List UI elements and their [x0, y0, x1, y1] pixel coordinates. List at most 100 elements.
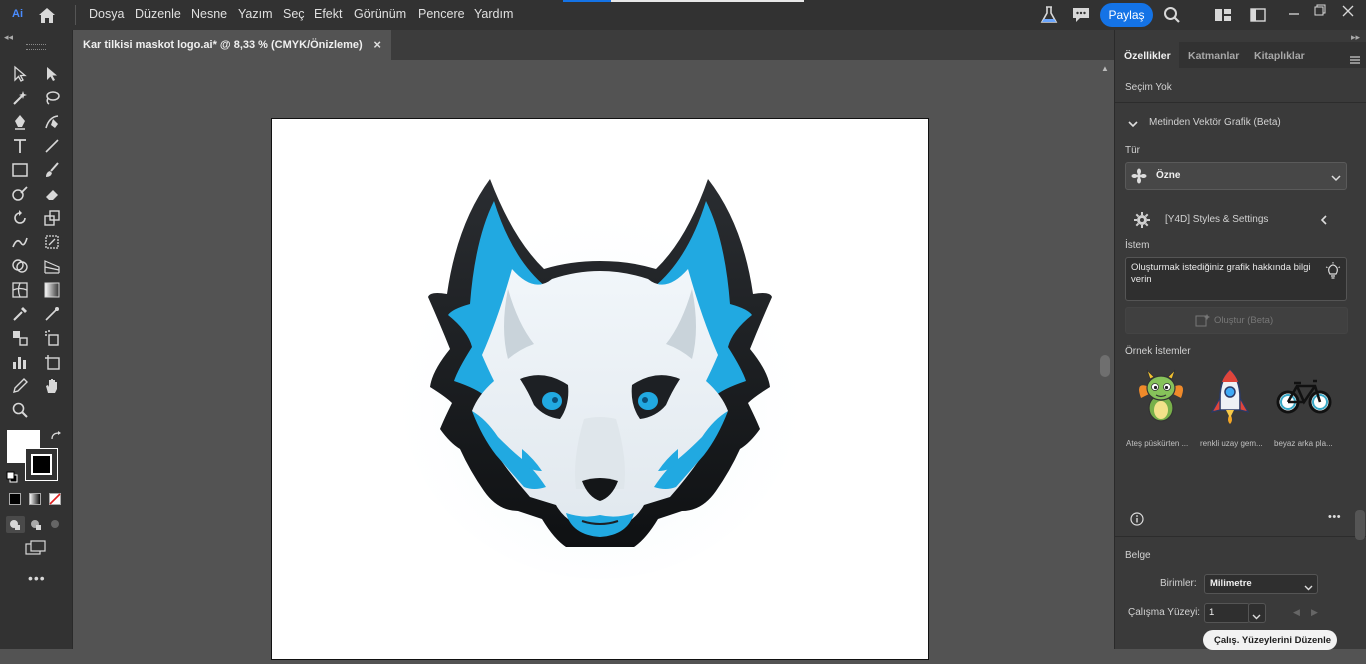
scroll-up-icon[interactable]: ▲: [1101, 64, 1109, 73]
default-fill-stroke-icon[interactable]: [6, 470, 18, 488]
more-tools-icon[interactable]: •••: [28, 570, 46, 586]
artboard-number-field[interactable]: 1: [1204, 603, 1250, 623]
lightbulb-icon[interactable]: [1325, 262, 1341, 285]
edit-artboards-button[interactable]: Çalış. Yüzeylerini Düzenle: [1203, 630, 1337, 650]
selection-tool-icon[interactable]: [8, 63, 32, 85]
scale-tool-icon[interactable]: [40, 207, 64, 229]
chevron-left-icon[interactable]: [1319, 213, 1329, 231]
menu-yazim[interactable]: Yazım: [238, 7, 273, 21]
rectangle-tool-icon[interactable]: [8, 159, 32, 181]
gear-icon[interactable]: [1133, 211, 1151, 234]
document-tab[interactable]: Kar tilkisi maskot logo.ai* @ 8,33 % (CM…: [73, 30, 391, 60]
screen-mode-icon[interactable]: [25, 540, 47, 561]
menu-duzenle[interactable]: Düzenle: [135, 7, 181, 21]
hand-tool-icon[interactable]: [40, 375, 64, 397]
sample-bicycle-thumbnail[interactable]: [1274, 366, 1334, 426]
grip-handle[interactable]: [26, 44, 46, 50]
chevron-down-icon[interactable]: [1127, 116, 1139, 134]
chevron-down-icon: [1304, 579, 1313, 597]
sample-dragon-thumbnail[interactable]: [1131, 366, 1191, 426]
symbol-sprayer-tool-icon[interactable]: [40, 327, 64, 349]
panel-scrollbar-thumb[interactable]: [1355, 510, 1365, 540]
eraser-tool-icon[interactable]: [40, 183, 64, 205]
sample-rocket-thumbnail[interactable]: [1200, 366, 1260, 426]
menu-gorunum[interactable]: Görünüm: [354, 7, 406, 21]
artboard[interactable]: [271, 118, 929, 660]
workspace-icon[interactable]: [1250, 8, 1266, 27]
minimize-icon[interactable]: [1288, 7, 1300, 25]
none-mode-icon[interactable]: [49, 492, 61, 510]
menu-efekt[interactable]: Efekt: [314, 7, 343, 21]
draw-normal-icon[interactable]: [6, 516, 25, 533]
generate-icon: [1195, 313, 1211, 332]
share-button[interactable]: Paylaş: [1100, 3, 1153, 27]
artboard-dropdown-toggle[interactable]: [1248, 603, 1266, 623]
rotate-tool-icon[interactable]: [8, 207, 32, 229]
canvas-vertical-scrollbar[interactable]: ▲: [1097, 60, 1114, 649]
units-dropdown[interactable]: Milimetre: [1204, 574, 1318, 594]
tab-libraries[interactable]: Kitaplıklar: [1254, 50, 1305, 62]
comments-icon[interactable]: [1071, 6, 1091, 29]
line-tool-icon[interactable]: [40, 135, 64, 157]
properties-panel: ▸▸ Özellikler Katmanlar Kitaplıklar Seçi…: [1114, 30, 1366, 650]
type-tool-icon[interactable]: [8, 135, 32, 157]
paintbrush-tool-icon[interactable]: [40, 159, 64, 181]
scrollbar-thumb[interactable]: [1100, 355, 1110, 377]
measure-tool-icon[interactable]: [40, 303, 64, 325]
menu-dosya[interactable]: Dosya: [89, 7, 124, 21]
column-graph-tool-icon[interactable]: [8, 351, 32, 373]
generate-label: Oluştur (Beta): [1214, 315, 1274, 326]
close-tab-icon[interactable]: ×: [373, 37, 381, 52]
restore-icon[interactable]: [1314, 3, 1326, 21]
menu-sec[interactable]: Seç: [283, 7, 305, 21]
draw-inside-icon[interactable]: [48, 516, 65, 538]
draw-behind-icon[interactable]: [28, 516, 45, 538]
menu-pencere[interactable]: Pencere: [418, 7, 465, 21]
tools-panel: ◂◂ •••: [0, 30, 73, 649]
tab-properties[interactable]: Özellikler: [1124, 50, 1171, 62]
type-dropdown[interactable]: Özne: [1125, 162, 1347, 190]
perspective-grid-tool-icon[interactable]: [40, 255, 64, 277]
free-transform-tool-icon[interactable]: [40, 231, 64, 253]
shaper-tool-icon[interactable]: [8, 183, 32, 205]
collapse-panel-icon[interactable]: ◂◂: [4, 32, 13, 43]
menu-nesne[interactable]: Nesne: [191, 7, 227, 21]
shape-builder-tool-icon[interactable]: [8, 255, 32, 277]
samples-label: Örnek İstemler: [1125, 346, 1191, 357]
document-section-title: Belge: [1125, 550, 1151, 561]
tab-layers[interactable]: Katmanlar: [1188, 50, 1239, 62]
home-icon[interactable]: [37, 6, 57, 29]
blend-tool-icon[interactable]: [8, 327, 32, 349]
pencil-tool-icon[interactable]: [8, 375, 32, 397]
search-icon[interactable]: [1163, 6, 1181, 29]
color-mode-icon[interactable]: [9, 492, 21, 510]
eyedropper-tool-icon[interactable]: [8, 303, 32, 325]
fox-mascot-artwork: [400, 179, 800, 579]
generate-button[interactable]: Oluştur (Beta): [1125, 307, 1348, 334]
swap-fill-stroke-icon[interactable]: [50, 430, 62, 448]
direct-selection-tool-icon[interactable]: [40, 63, 64, 85]
pen-tool-icon[interactable]: [8, 111, 32, 133]
mesh-tool-icon[interactable]: [8, 279, 32, 301]
next-artboard-icon[interactable]: ▶: [1311, 607, 1318, 618]
gradient-tool-icon[interactable]: [40, 279, 64, 301]
menu-yardim[interactable]: Yardım: [474, 7, 513, 21]
flask-icon[interactable]: [1040, 5, 1058, 30]
zoom-tool-icon[interactable]: [8, 399, 32, 421]
prompt-input[interactable]: Oluşturmak istediğiniz grafik hakkında b…: [1125, 257, 1347, 301]
previous-artboard-icon[interactable]: ◀: [1293, 607, 1300, 618]
arrange-documents-icon[interactable]: [1214, 8, 1232, 27]
lasso-tool-icon[interactable]: [40, 87, 64, 109]
curvature-tool-icon[interactable]: [40, 111, 64, 133]
magic-wand-tool-icon[interactable]: [8, 87, 32, 109]
warp-tool-icon[interactable]: [8, 231, 32, 253]
stroke-swatch[interactable]: [25, 448, 58, 481]
close-window-icon[interactable]: [1342, 4, 1354, 22]
info-icon[interactable]: [1130, 512, 1144, 531]
panel-menu-icon[interactable]: [1349, 52, 1361, 70]
artboard-tool-icon[interactable]: [40, 351, 64, 373]
styles-settings-label[interactable]: [Y4D] Styles & Settings: [1165, 214, 1268, 225]
more-options-icon[interactable]: •••: [1328, 511, 1341, 523]
gradient-mode-icon[interactable]: [29, 492, 41, 510]
section-title[interactable]: Metinden Vektör Grafik (Beta): [1149, 117, 1281, 128]
